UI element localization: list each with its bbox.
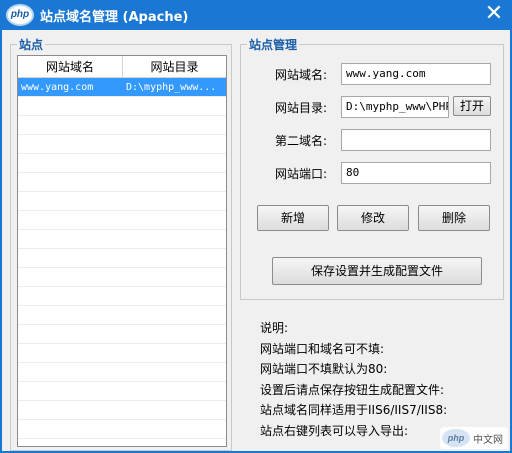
empty-row	[18, 325, 226, 344]
empty-row	[18, 230, 226, 249]
site-row-domain: www.yang.com	[21, 82, 94, 93]
empty-row	[18, 344, 226, 363]
site-group: 站点 网站域名 网站目录 www.yang.com D:\myphp_www..…	[10, 36, 232, 451]
empty-row	[18, 135, 226, 154]
site-manage-group: 站点管理 网站域名: www.yang.com 网站目录: D:\myphp_w…	[240, 36, 504, 300]
edit-button[interactable]: 修改	[337, 205, 409, 231]
close-icon[interactable]: ✕	[482, 2, 506, 26]
save-config-button[interactable]: 保存设置并生成配置文件	[272, 257, 482, 285]
site-list-row[interactable]: www.yang.com D:\myphp_www...	[18, 78, 226, 97]
empty-row	[18, 401, 226, 420]
port-label: 网站端口:	[274, 167, 327, 181]
note-line: 设置后请点保存按钮生成配置文件:	[260, 382, 445, 397]
open-folder-button[interactable]: 打开	[453, 96, 491, 116]
directory-label: 网站目录:	[274, 101, 327, 115]
title-bar: php 站点域名管理 (Apache) ✕	[0, 0, 512, 30]
add-button[interactable]: 新增	[257, 205, 329, 231]
site-group-title: 站点	[17, 36, 46, 53]
watermark-text: 中文网	[473, 435, 503, 446]
note-line: 站点右键列表可以导入导出:	[260, 423, 409, 438]
instructions: 说明: 网站端口和域名可不填: 网站端口不填默认为80: 设置后请点保存按钮生成…	[260, 318, 447, 441]
site-list[interactable]: 网站域名 网站目录 www.yang.com D:\myphp_www...	[17, 55, 227, 447]
empty-row	[18, 287, 226, 306]
column-header-domain[interactable]: 网站域名	[18, 56, 123, 78]
delete-button[interactable]: 删除	[418, 205, 490, 231]
php-logo-icon: php	[6, 4, 34, 26]
empty-row	[18, 116, 226, 135]
empty-row	[18, 97, 226, 116]
php-watermark-logo-icon: php	[442, 429, 470, 447]
window-client-area: 站点 网站域名 网站目录 www.yang.com D:\myphp_www..…	[2, 30, 510, 451]
empty-row	[18, 192, 226, 211]
note-line: 网站端口不填默认为80:	[260, 362, 388, 376]
note-line: 网站端口和域名可不填:	[260, 341, 385, 356]
port-field[interactable]: 80	[341, 162, 491, 184]
domain-field[interactable]: www.yang.com	[341, 63, 491, 85]
empty-row	[18, 249, 226, 268]
note-line: 站点域名同样适用于IIS6/IIS7/IIS8:	[260, 403, 448, 417]
empty-row	[18, 306, 226, 325]
empty-row	[18, 420, 226, 439]
empty-row	[18, 382, 226, 401]
second-domain-label: 第二域名:	[274, 134, 327, 148]
empty-row	[18, 154, 226, 173]
directory-field[interactable]: D:\myphp_www\PHPT	[341, 96, 449, 118]
second-domain-field[interactable]	[341, 129, 491, 151]
empty-row	[18, 268, 226, 287]
site-row-directory: D:\myphp_www...	[125, 82, 217, 93]
site-list-header: 网站域名 网站目录	[18, 56, 226, 78]
empty-row	[18, 173, 226, 192]
column-header-directory[interactable]: 网站目录	[123, 56, 226, 78]
window-title: 站点域名管理 (Apache)	[40, 10, 189, 25]
site-manage-group-title: 站点管理	[247, 36, 300, 53]
empty-row	[18, 211, 226, 230]
empty-row	[18, 363, 226, 382]
watermark: php 中文网	[440, 427, 508, 449]
note-heading: 说明:	[260, 321, 289, 335]
domain-label: 网站域名:	[274, 68, 327, 82]
